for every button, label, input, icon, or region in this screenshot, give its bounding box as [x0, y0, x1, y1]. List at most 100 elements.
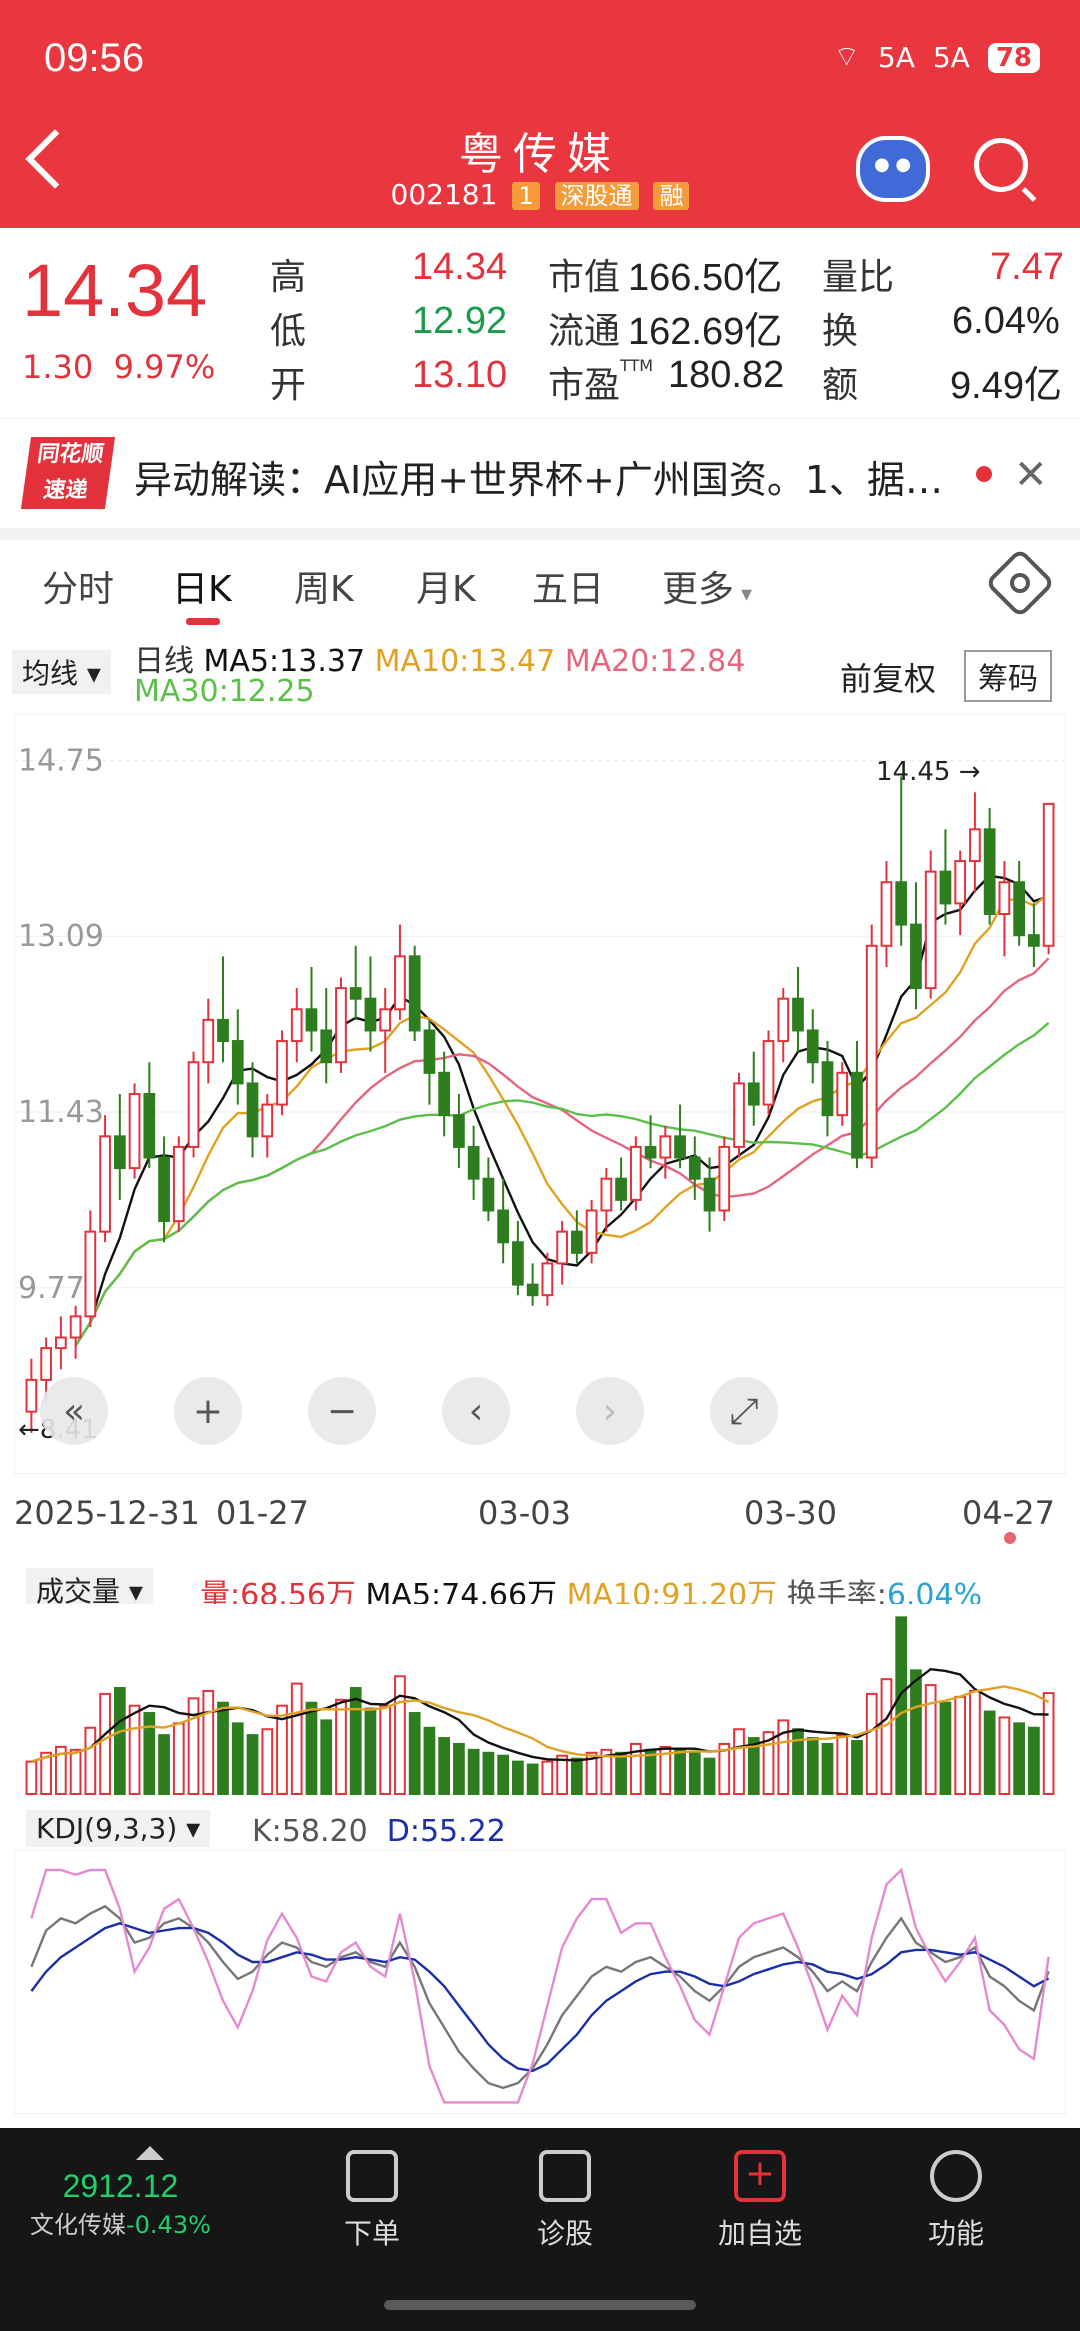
candle-body: [25, 1378, 38, 1413]
kdj-chart[interactable]: [14, 1850, 1066, 2114]
volume-chart[interactable]: [14, 1604, 1066, 1800]
float-value: 162.69亿: [628, 311, 783, 353]
volume-bar: [983, 1710, 996, 1795]
volume-bar: [1042, 1692, 1055, 1795]
x-label: 03-03: [478, 1494, 571, 1532]
volume-bar: [187, 1697, 200, 1795]
candle-body: [40, 1347, 52, 1381]
volume-bar: [320, 1719, 333, 1795]
tab-intraday[interactable]: 分时: [42, 560, 114, 612]
chart-settings-icon[interactable]: [984, 547, 1056, 619]
candle-body: [1028, 934, 1040, 947]
news-ticker[interactable]: 同花顺 速递 异动解读：AI应用+世界杯+广州国资。1、据…: [0, 418, 1080, 529]
candle-body: [187, 1061, 200, 1148]
candle-body: [792, 997, 804, 1032]
candle-body: [113, 1135, 126, 1170]
candle-body: [910, 923, 922, 990]
signal-icon-2: 5A: [932, 41, 970, 74]
sector-index-name: 文化传媒-0.43%: [30, 2211, 211, 2239]
turnover-label: 换: [822, 311, 859, 352]
news-logo: 同花顺 速递: [20, 437, 116, 509]
volume-bar: [615, 1751, 627, 1795]
candle-body: [467, 1145, 480, 1180]
volume-bar: [69, 1748, 82, 1795]
tab-weekly-k[interactable]: 周K: [294, 560, 354, 612]
adjust-mode[interactable]: 前复权: [840, 654, 936, 700]
chart-control-icon: «: [63, 1391, 85, 1432]
candle-body: [128, 1093, 141, 1170]
candle-body: [747, 1082, 760, 1106]
level-tag: 1: [512, 182, 540, 210]
volume-bar: [158, 1734, 170, 1795]
search-icon[interactable]: [974, 138, 1028, 192]
candle-body: [615, 1177, 627, 1201]
volume-bar: [453, 1742, 465, 1795]
volume-bar: [570, 1757, 583, 1795]
period-tabs: 分时 日K 周K 月K 五日 更多 ▾: [0, 540, 1080, 642]
volume-bar: [688, 1751, 701, 1795]
functions-button[interactable]: 功能: [896, 2150, 1016, 2252]
tab-daily-k[interactable]: 日K: [172, 560, 232, 612]
y-tick-label: 14.75: [18, 743, 104, 778]
chart-control-icon: ⤢: [730, 1391, 759, 1432]
assistant-robot-icon[interactable]: [856, 136, 930, 202]
candle-body: [924, 870, 937, 990]
news-text[interactable]: 异动解读：AI应用+世界杯+广州国资。1、据…: [134, 449, 943, 504]
close-icon[interactable]: ✕: [1014, 452, 1048, 498]
candle-body: [644, 1145, 657, 1159]
y-tick-label: 13.09: [18, 919, 104, 954]
volume-bar: [394, 1675, 406, 1795]
ma-legend: 均线 ▾ 日线 MA5:13.37 MA10:13.47 MA20:12.84 …: [0, 632, 1080, 712]
volume-bar: [954, 1695, 967, 1795]
candle-body: [836, 1071, 849, 1117]
kdj-values: K:58.20 D:55.22: [252, 1814, 506, 1849]
chevron-up-icon[interactable]: [136, 2146, 164, 2160]
tab-monthly-k[interactable]: 月K: [416, 560, 476, 612]
add-watchlist-button[interactable]: + 加自选: [700, 2150, 820, 2252]
candle-body: [217, 1018, 229, 1043]
amount-label: 额: [822, 365, 859, 406]
candle-body: [276, 1040, 288, 1106]
kdj-indicator-selector[interactable]: KDJ(9,3,3) ▾: [26, 1810, 211, 1847]
volume-bar: [217, 1701, 229, 1795]
x-label-start: 2025-12-31: [14, 1494, 200, 1532]
volume-bar: [99, 1692, 111, 1795]
sector-index-value: 2912.12: [62, 2168, 179, 2204]
tab-more[interactable]: 更多 ▾: [662, 560, 752, 612]
candle-body: [246, 1082, 259, 1138]
volume-bar: [526, 1763, 539, 1795]
order-button[interactable]: 下单: [312, 2150, 432, 2252]
volume-bar: [261, 1728, 274, 1795]
candle-body: [762, 1040, 775, 1106]
volume-ratio-value: 7.47: [990, 246, 1064, 288]
volume-bar: [113, 1687, 126, 1795]
candle-body: [261, 1103, 274, 1138]
candle-body: [172, 1145, 185, 1223]
ma30-value: MA30:12.25: [134, 674, 315, 709]
candle-body: [865, 944, 878, 1159]
candle-body: [290, 1008, 303, 1043]
current-price: 14.34: [22, 249, 208, 332]
low-label: 低: [270, 311, 307, 352]
volume-bar: [143, 1712, 156, 1795]
candle-body: [408, 955, 421, 1032]
chevron-down-icon: ▾: [734, 582, 753, 607]
volume-bar: [939, 1701, 952, 1795]
diagnose-button[interactable]: 诊股: [505, 2150, 625, 2252]
candle-body: [526, 1283, 539, 1297]
y-tick-label: 9.77: [18, 1271, 85, 1306]
volume-bar: [924, 1684, 937, 1795]
candle-body: [718, 1145, 731, 1212]
sector-index[interactable]: 2912.12 文化传媒-0.43%: [30, 2168, 211, 2240]
kdj-legend: KDJ(9,3,3) ▾ K:58.20 D:55.22: [0, 1804, 1080, 1854]
ma-selector[interactable]: 均线 ▾: [12, 650, 111, 694]
float-label: 流通: [548, 311, 621, 352]
active-tab-indicator: [186, 618, 220, 625]
candlestick-chart[interactable]: 14.7513.0911.439.77 14.45 →←8.41 «+−‹›⤢: [14, 714, 1066, 1474]
volume-bar: [128, 1704, 141, 1795]
candle-body: [851, 1071, 863, 1159]
divider: [0, 528, 1080, 540]
chip-distribution-button[interactable]: 筹码: [964, 650, 1052, 702]
tab-five-day[interactable]: 五日: [532, 560, 604, 612]
candle-body: [320, 1029, 333, 1064]
